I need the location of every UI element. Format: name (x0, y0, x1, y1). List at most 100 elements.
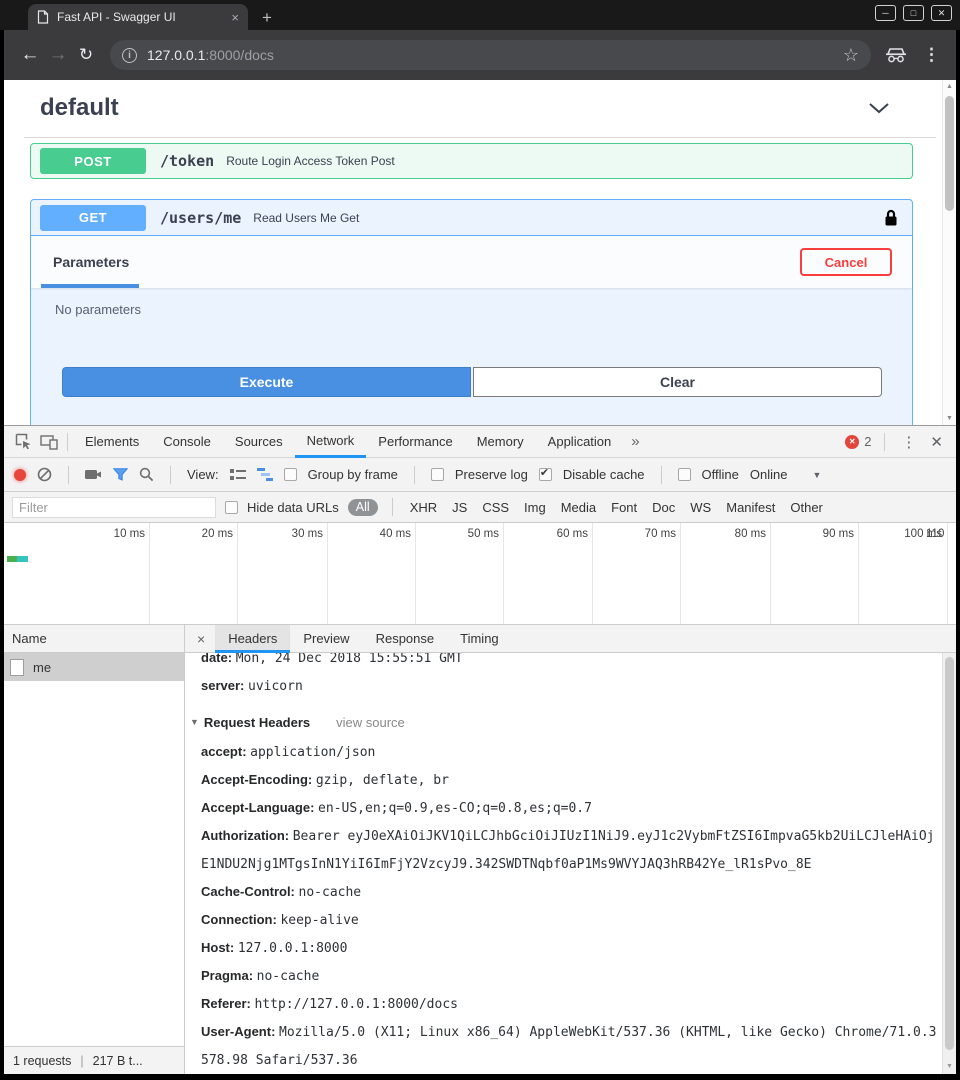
request-headers-section[interactable]: ▼ Request Headers view source (185, 709, 941, 736)
filter-type-css[interactable]: CSS (479, 500, 512, 515)
waterfall-bar[interactable] (7, 556, 28, 562)
filter-icon[interactable] (113, 468, 128, 481)
filter-type-media[interactable]: Media (558, 500, 599, 515)
header-value: Bearer eyJ0eXAiOiJKV1QiLCJhbGciOiJIUzI1N… (201, 829, 935, 872)
filter-type-other[interactable]: Other (787, 500, 826, 515)
tab-performance[interactable]: Performance (366, 426, 464, 458)
inspect-element-icon[interactable] (10, 429, 36, 455)
error-icon: ✕ (845, 435, 859, 449)
get-method-badge: GET (40, 205, 146, 231)
offline-checkbox[interactable] (678, 468, 691, 481)
browser-menu-icon[interactable]: ⋮ (919, 45, 944, 65)
forward-icon[interactable]: → (44, 44, 72, 66)
error-badge[interactable]: ✕ 2 (845, 434, 871, 449)
hide-data-urls-label: Hide data URLs (247, 500, 339, 515)
divider (661, 466, 662, 484)
header-key: server: (201, 678, 244, 693)
minimize-button[interactable]: ─ (875, 5, 896, 21)
record-icon[interactable] (14, 469, 26, 481)
detail-close-icon[interactable]: × (185, 631, 215, 647)
response-header-row: date: Mon, 24 Dec 2018 15:55:51 GMT (185, 653, 941, 672)
network-toolbar: View: Group by frame Preserve log D (4, 458, 956, 492)
filter-type-doc[interactable]: Doc (649, 500, 678, 515)
devtools-close-icon[interactable]: ✕ (927, 433, 946, 451)
address-bar[interactable]: i 127.0.0.1:8000/docs ☆ (110, 40, 871, 70)
filter-type-xhr[interactable]: XHR (407, 500, 440, 515)
tab-title: Fast API - Swagger UI (57, 10, 231, 24)
filter-type-ws[interactable]: WS (687, 500, 714, 515)
tab-application[interactable]: Application (536, 426, 624, 458)
close-button[interactable]: ✕ (931, 5, 952, 21)
maximize-button[interactable]: □ (903, 5, 924, 21)
tab-console[interactable]: Console (151, 426, 223, 458)
page-scrollbar[interactable]: ▲ ▼ (942, 80, 956, 425)
filter-type-img[interactable]: Img (521, 500, 549, 515)
capture-screenshots-icon[interactable] (85, 468, 102, 481)
scroll-up-icon[interactable]: ▲ (943, 83, 956, 90)
divider (67, 433, 68, 451)
header-value: uvicorn (248, 679, 303, 694)
network-filterbar: Hide data URLs All XHR JS CSS Img Media … (4, 492, 956, 523)
clear-icon[interactable] (37, 467, 52, 482)
transferred-size: 217 B t... (93, 1054, 143, 1068)
new-tab-button[interactable]: + (262, 9, 272, 26)
detail-scrollbar-thumb[interactable] (945, 657, 954, 1050)
reload-icon[interactable]: ↻ (72, 45, 100, 65)
browser-tab[interactable]: Fast API - Swagger UI × (28, 4, 248, 30)
dropdown-caret-icon[interactable]: ▼ (812, 470, 821, 480)
get-summary: Read Users Me Get (253, 211, 359, 225)
site-info-icon[interactable]: i (122, 48, 137, 63)
tab-sources[interactable]: Sources (223, 426, 295, 458)
chevron-down-icon[interactable] (868, 102, 890, 114)
tab-close-icon[interactable]: × (231, 10, 239, 25)
endpoint-post-token[interactable]: POST /token Route Login Access Token Pos… (30, 143, 913, 179)
url-path: :8000/docs (205, 47, 274, 63)
view-source-link[interactable]: view source (336, 709, 405, 736)
more-tabs-icon[interactable]: » (623, 433, 647, 450)
filter-type-all[interactable]: All (348, 499, 378, 516)
header-value: Mozilla/5.0 (X11; Linux x86_64) AppleWeb… (201, 1025, 936, 1068)
back-icon[interactable]: ← (16, 44, 44, 66)
filter-type-js[interactable]: JS (449, 500, 470, 515)
collapse-caret-icon[interactable]: ▼ (190, 709, 199, 736)
get-path: /users/me (160, 209, 241, 227)
tab-memory[interactable]: Memory (465, 426, 536, 458)
disable-cache-checkbox[interactable] (539, 468, 552, 481)
scroll-down-icon[interactable]: ▼ (943, 1063, 956, 1070)
hide-data-urls-checkbox[interactable] (225, 501, 238, 514)
throttling-dropdown[interactable]: Online (750, 467, 788, 482)
preserve-log-checkbox[interactable] (431, 468, 444, 481)
execute-button[interactable]: Execute (62, 367, 471, 397)
device-toolbar-icon[interactable] (36, 429, 62, 455)
network-timeline[interactable]: 10 ms 20 ms 30 ms 40 ms 50 ms 60 ms 70 m… (4, 523, 956, 625)
auth-lock-icon[interactable] (884, 209, 898, 227)
filter-input[interactable] (12, 497, 216, 518)
request-header-row: Accept-Encoding: gzip, deflate, br (185, 766, 941, 794)
tab-elements[interactable]: Elements (73, 426, 151, 458)
detail-tab-headers[interactable]: Headers (215, 625, 290, 653)
request-row-me[interactable]: me (4, 653, 184, 681)
bookmark-star-icon[interactable]: ☆ (843, 45, 859, 66)
no-parameters-text: No parameters (31, 288, 912, 317)
scroll-down-icon[interactable]: ▼ (943, 415, 956, 422)
detail-tab-timing[interactable]: Timing (447, 625, 512, 653)
parameters-title: Parameters (53, 254, 129, 270)
name-column-header[interactable]: Name (4, 625, 184, 653)
get-endpoint-header[interactable]: GET /users/me Read Users Me Get (31, 200, 912, 236)
filter-type-manifest[interactable]: Manifest (723, 500, 778, 515)
view-list-icon[interactable] (230, 468, 246, 481)
page-scrollbar-thumb[interactable] (945, 96, 954, 211)
devtools-menu-icon[interactable]: ⋮ (898, 433, 919, 451)
detail-scrollbar[interactable]: ▼ (942, 653, 956, 1074)
filter-type-font[interactable]: Font (608, 500, 640, 515)
detail-tab-response[interactable]: Response (363, 625, 448, 653)
detail-tab-preview[interactable]: Preview (290, 625, 362, 653)
cancel-button[interactable]: Cancel (800, 248, 892, 276)
tab-network[interactable]: Network (295, 426, 367, 458)
view-waterfall-icon[interactable] (257, 468, 273, 481)
clear-button[interactable]: Clear (473, 367, 882, 397)
header-key: User-Agent: (201, 1024, 275, 1039)
search-icon[interactable] (139, 467, 154, 482)
group-by-frame-checkbox[interactable] (284, 468, 297, 481)
incognito-icon (885, 48, 907, 63)
